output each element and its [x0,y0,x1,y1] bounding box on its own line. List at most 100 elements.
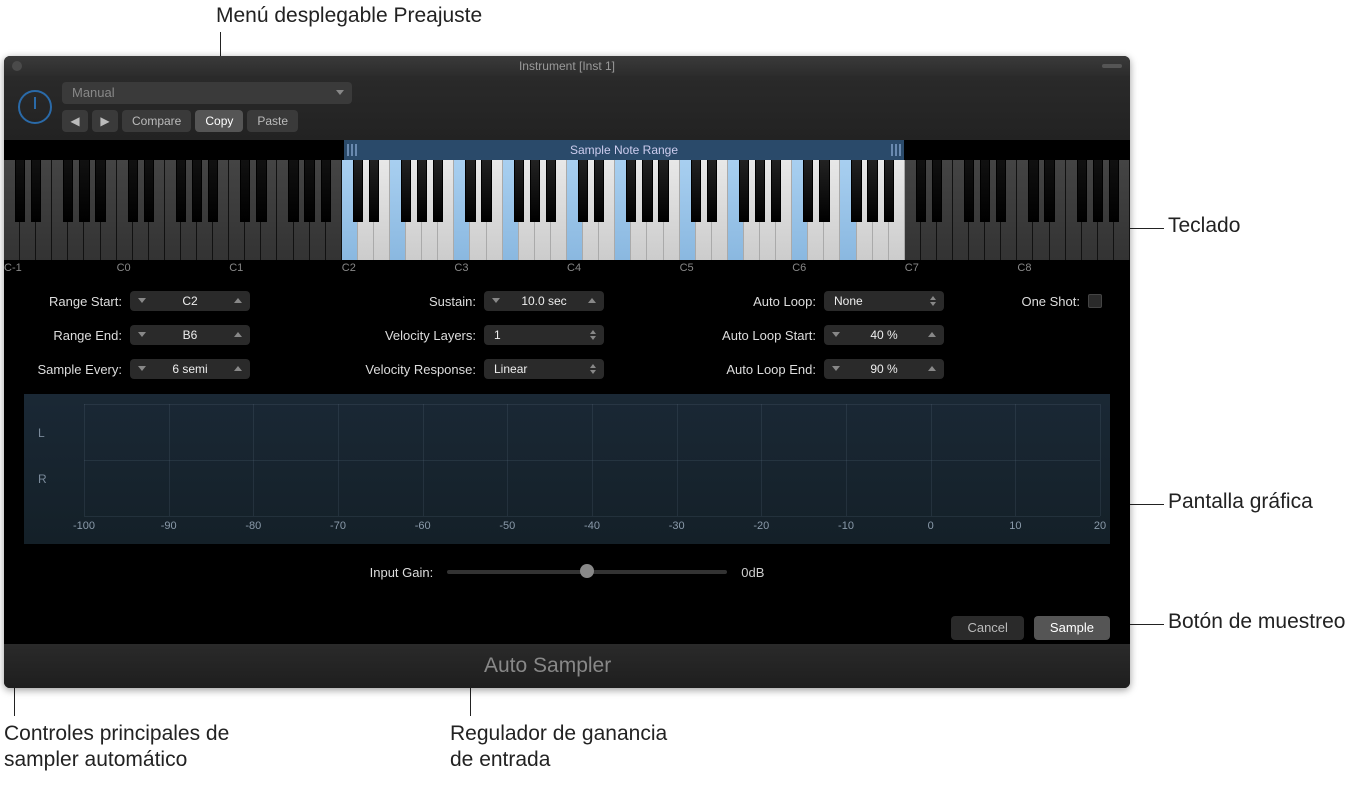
paste-button[interactable]: Paste [247,110,298,132]
black-key[interactable] [916,160,926,222]
callout-line [1124,624,1164,625]
black-key[interactable] [867,160,877,222]
black-key[interactable] [79,160,89,222]
chevron-up-icon [234,298,242,303]
next-preset-button[interactable]: ▶ [92,110,118,132]
black-key[interactable] [514,160,524,222]
black-key[interactable] [739,160,749,222]
black-key[interactable] [401,160,411,222]
black-key[interactable] [851,160,861,222]
sample-note-range-bar[interactable]: Sample Note Range [344,140,904,160]
input-gain-label: Input Gain: [370,565,434,580]
graph-tick: -50 [499,520,515,532]
black-key[interactable] [15,160,25,222]
black-key[interactable] [95,160,105,222]
autoloop-start-stepper[interactable]: 40 % [824,325,944,345]
oneshot-checkbox[interactable] [1088,294,1102,308]
chevron-up-icon [588,298,596,303]
black-key[interactable] [691,160,701,222]
black-key[interactable] [642,160,652,222]
black-key[interactable] [964,160,974,222]
black-key[interactable] [63,160,73,222]
black-key[interactable] [819,160,829,222]
range-start-stepper[interactable]: C2 [130,291,250,311]
input-gain-slider[interactable] [447,570,727,574]
graph-tick: -100 [73,520,95,532]
black-key[interactable] [980,160,990,222]
graph-tick: 20 [1094,520,1106,532]
black-key[interactable] [1044,160,1054,222]
black-key[interactable] [996,160,1006,222]
sustain-stepper[interactable]: 10.0 sec [484,291,604,311]
black-key[interactable] [288,160,298,222]
range-start-label: Range Start: [24,294,122,309]
preset-dropdown[interactable]: Manual [62,82,352,104]
range-handle-left[interactable] [346,142,358,158]
keyboard-section: Sample Note Range C-1C0C1C2C3C4C5C6C7C8 [4,140,1130,280]
sustain-label: Sustain: [429,294,476,309]
graph-tick: -80 [245,520,261,532]
autoloop-label: Auto Loop: [753,294,816,309]
black-key[interactable] [128,160,138,222]
black-key[interactable] [578,160,588,222]
black-key[interactable] [1028,160,1038,222]
sample-every-stepper[interactable]: 6 semi [130,359,250,379]
black-key[interactable] [932,160,942,222]
callout-graphic: Pantalla gráfica [1168,490,1313,514]
updown-icon [590,330,596,340]
black-key[interactable] [481,160,491,222]
black-key[interactable] [594,160,604,222]
compare-button[interactable]: Compare [122,110,191,132]
resize-handle-icon[interactable] [1102,64,1122,68]
black-key[interactable] [771,160,781,222]
autoloop-dropdown[interactable]: None [824,291,944,311]
black-key[interactable] [626,160,636,222]
black-key[interactable] [530,160,540,222]
range-end-stepper[interactable]: B6 [130,325,250,345]
black-key[interactable] [192,160,202,222]
black-key[interactable] [755,160,765,222]
black-key[interactable] [31,160,41,222]
black-key[interactable] [433,160,443,222]
black-key[interactable] [1077,160,1087,222]
autoloop-end-stepper[interactable]: 90 % [824,359,944,379]
power-button[interactable] [18,90,52,124]
vel-layers-dropdown[interactable]: 1 [484,325,604,345]
black-key[interactable] [176,160,186,222]
black-key[interactable] [240,160,250,222]
black-key[interactable] [884,160,894,222]
copy-button[interactable]: Copy [195,110,243,132]
black-key[interactable] [707,160,717,222]
input-gain-value: 0dB [741,565,764,580]
black-key[interactable] [546,160,556,222]
sample-button[interactable]: Sample [1034,616,1110,640]
octave-label: C3 [454,262,468,274]
black-key[interactable] [256,160,266,222]
black-key[interactable] [465,160,475,222]
black-key[interactable] [1093,160,1103,222]
slider-thumb[interactable] [580,564,594,578]
prev-preset-button[interactable]: ◀ [62,110,88,132]
black-key[interactable] [321,160,331,222]
cancel-button[interactable]: Cancel [951,616,1023,640]
black-key[interactable] [1109,160,1119,222]
graph-tick: -70 [330,520,346,532]
black-key[interactable] [417,160,427,222]
updown-icon [590,364,596,374]
black-key[interactable] [803,160,813,222]
window-titlebar[interactable]: Instrument [Inst 1] [4,56,1130,76]
keyboard[interactable] [4,160,1130,260]
black-key[interactable] [144,160,154,222]
range-handle-right[interactable] [890,142,902,158]
black-key[interactable] [208,160,218,222]
black-key[interactable] [658,160,668,222]
black-key[interactable] [369,160,379,222]
chevron-down-icon [832,366,840,371]
octave-label: C0 [117,262,131,274]
close-icon[interactable] [12,61,22,71]
black-key[interactable] [353,160,363,222]
vel-response-dropdown[interactable]: Linear [484,359,604,379]
black-key[interactable] [304,160,314,222]
callout-line [1124,504,1164,505]
octave-label: C7 [905,262,919,274]
